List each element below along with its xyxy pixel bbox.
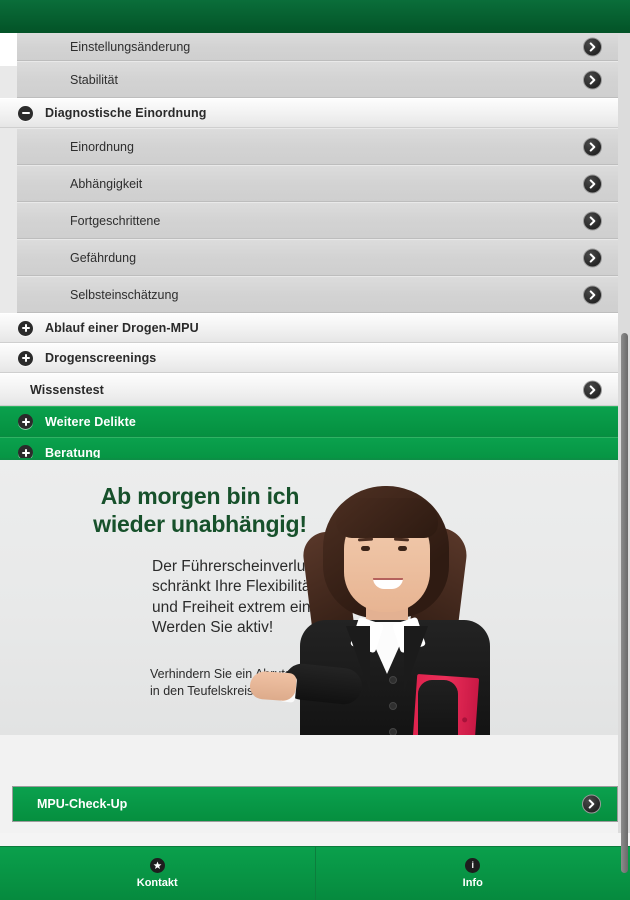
mpu-check-up-label: MPU-Check-Up	[37, 797, 128, 811]
sidebar-item-fortgeschrittene[interactable]: Fortgeschrittene	[17, 202, 618, 239]
chevron-right-icon[interactable]	[583, 248, 602, 267]
sidebar-item-label: Selbsteinschätzung	[70, 287, 179, 302]
subitem-group-partial: Einstellungsänderung Stabilität	[0, 33, 618, 98]
star-icon	[149, 858, 165, 873]
sidebar-item-selbsteinschaetzung[interactable]: Selbsteinschätzung	[17, 276, 618, 313]
mpu-check-up-button[interactable]: MPU-Check-Up	[12, 786, 618, 822]
accordion-menu: Einstellungsänderung Stabilität Diagnost…	[0, 33, 618, 468]
chevron-right-icon[interactable]	[583, 285, 602, 304]
sidebar-item-label: Abhängigkeit	[70, 176, 143, 191]
sidebar-item-label: Fortgeschrittene	[70, 213, 161, 228]
plus-circle-icon	[18, 350, 33, 366]
accordion-header-weitere-delikte[interactable]: Weitere Delikte	[0, 406, 618, 437]
accordion-header-label: Diagnostische Einordnung	[45, 106, 207, 120]
accordion-header-wissenstest[interactable]: Wissenstest	[0, 373, 618, 406]
sidebar-item-gefaehrdung[interactable]: Gefährdung	[17, 239, 618, 276]
scrollbar-thumb[interactable]	[621, 333, 628, 873]
sidebar-item-label: Einstellungsänderung	[70, 39, 191, 54]
nav-item-info[interactable]: i Info	[314, 847, 630, 900]
chevron-right-icon[interactable]	[583, 70, 602, 89]
accordion-header-label: Ablauf einer Drogen-MPU	[45, 321, 199, 335]
plus-circle-icon	[18, 414, 33, 429]
sidebar-item-label: Stabilität	[70, 72, 118, 87]
plus-circle-icon	[18, 320, 33, 336]
chevron-right-icon[interactable]	[583, 137, 602, 156]
accordion-header-diagnostische-einordnung[interactable]: Diagnostische Einordnung	[0, 98, 618, 128]
promo-banner[interactable]: Ab morgen bin ich wieder unabhängig! Der…	[0, 458, 630, 735]
chevron-right-icon[interactable]	[583, 380, 602, 399]
subitem-group-diagnostische-einordnung: Einordnung Abhängigkeit Fortgeschrittene…	[0, 128, 618, 313]
sidebar-item-abhaengigkeit[interactable]: Abhängigkeit	[17, 165, 618, 202]
accordion-header-label: Weitere Delikte	[45, 414, 136, 429]
sidebar-item-label: Einordnung	[70, 139, 134, 154]
chevron-right-icon[interactable]	[583, 211, 602, 230]
bottom-navigation-bar: Kontakt i Info	[0, 846, 630, 900]
sidebar-item-einstellungsaenderung[interactable]: Einstellungsänderung	[17, 33, 618, 61]
accordion-header-ablauf-einer-drogen-mpu[interactable]: Ablauf einer Drogen-MPU	[0, 313, 618, 343]
nav-item-label: Kontakt	[136, 877, 178, 889]
sidebar-item-einordnung[interactable]: Einordnung	[17, 128, 618, 165]
accordion-header-drogenscreenings[interactable]: Drogenscreenings	[0, 343, 618, 373]
accordion-header-label: Drogenscreenings	[45, 351, 157, 365]
sidebar-item-label: Gefährdung	[70, 250, 137, 265]
chevron-right-icon[interactable]	[583, 37, 602, 56]
nav-item-label: Info	[462, 877, 483, 889]
top-header-bar	[0, 0, 630, 33]
app-root: Einstellungsänderung Stabilität Diagnost…	[0, 0, 630, 900]
scrollbar-track[interactable]	[618, 33, 630, 873]
info-icon: i	[465, 858, 481, 873]
chevron-right-icon[interactable]	[582, 794, 601, 814]
sidebar-item-stabilitaet[interactable]: Stabilität	[17, 61, 618, 98]
businesswoman-image	[249, 480, 518, 735]
nav-item-kontakt[interactable]: Kontakt	[0, 847, 315, 900]
minus-circle-icon	[18, 105, 33, 121]
accordion-header-label: Wissenstest	[30, 382, 104, 397]
chevron-right-icon[interactable]	[583, 174, 602, 193]
